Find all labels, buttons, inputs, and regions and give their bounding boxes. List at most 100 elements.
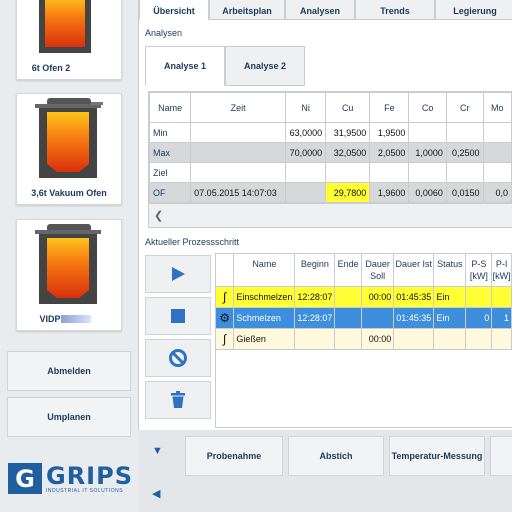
table-row-of[interactable]: OF 07.05.2015 14:07:03 29,7800 1,9600 0,… — [149, 182, 512, 203]
column-header[interactable]: Name — [149, 92, 192, 123]
column-header[interactable]: Dauer Ist — [393, 254, 435, 287]
table-cell: Max — [149, 142, 192, 163]
arrow-left-icon[interactable]: ◀ — [152, 487, 160, 500]
process-header-row: Name Beginn Ende Dauer Soll Dauer Ist St… — [216, 254, 512, 287]
tab-analysis-1[interactable]: Analyse 1 — [145, 46, 225, 86]
table-cell — [408, 122, 447, 143]
more-button[interactable] — [490, 436, 512, 476]
column-header[interactable]: Co — [408, 92, 447, 123]
tab-workplan[interactable]: Arbeitsplan — [209, 0, 285, 20]
table-cell: 1 — [491, 307, 512, 329]
table-cell: 12:28:07 — [294, 286, 336, 308]
column-header[interactable]: Beginn — [294, 254, 336, 287]
table-cell — [465, 328, 493, 350]
table-cell: 1,9600 — [369, 182, 410, 203]
table-row-min[interactable]: Min 63,0000 31,9500 1,9500 — [149, 122, 512, 143]
table-cell: 07.05.2015 14:07:03 — [190, 182, 287, 203]
analyses-section-label: Analysen — [145, 28, 183, 38]
table-cell: 0,0060 — [408, 182, 447, 203]
table-row-max[interactable]: Max 70,0000 32,0500 2,0500 1,0000 0,2500 — [149, 142, 512, 163]
integral-icon: ∫ — [216, 328, 235, 350]
table-cell — [482, 142, 512, 163]
analysis-header-row: Name Zeit Ni Cu Fe Co Cr Mo — [149, 92, 512, 123]
table-cell — [285, 182, 327, 203]
table-cell — [190, 162, 287, 183]
furnace-card-vidp[interactable]: VIDP — [16, 219, 122, 331]
table-cell — [491, 328, 512, 350]
main-panel: Übersicht Arbeitsplan Analysen Trends Le… — [138, 0, 512, 430]
table-cell: 2,0500 — [369, 142, 410, 163]
cancel-step-button[interactable] — [145, 339, 211, 377]
table-cell: 0,0 — [482, 182, 512, 203]
tab-trends[interactable]: Trends — [355, 0, 435, 20]
scroll-left-icon[interactable]: ❮ — [154, 209, 163, 222]
column-header[interactable]: Ni — [285, 92, 327, 123]
horizontal-scrollbar[interactable]: ❮ — [149, 203, 512, 227]
start-step-button[interactable] — [145, 255, 211, 293]
column-header[interactable]: Dauer Soll — [361, 254, 395, 287]
column-header[interactable]: Mo — [482, 92, 512, 123]
column-header — [216, 254, 235, 287]
table-row-einschmelzen[interactable]: ∫ Einschmelzen 12:28:07 00:00 01:45:35 E… — [216, 286, 512, 308]
table-cell: 31,9500 — [325, 122, 371, 143]
integral-icon: ∫ — [216, 286, 235, 308]
column-header[interactable]: Status — [433, 254, 467, 287]
sidebar: 6t Ofen 2 3,6t Vakuum Ofen VIDP Abmelden… — [0, 0, 138, 512]
tab-overview[interactable]: Übersicht — [139, 0, 209, 20]
column-header[interactable]: Cr — [445, 92, 484, 123]
process-table: Name Beginn Ende Dauer Soll Dauer Ist St… — [216, 254, 512, 350]
table-cell — [369, 162, 410, 183]
tapping-button[interactable]: Abstich — [288, 436, 384, 476]
sampling-button[interactable]: Probenahme — [185, 436, 283, 476]
stop-step-button[interactable] — [145, 297, 211, 335]
process-section-label: Aktueller Prozessschritt — [145, 237, 240, 247]
table-cell: Ein — [433, 307, 467, 329]
furnace-card-6t-ofen-2[interactable]: 6t Ofen 2 — [16, 0, 122, 80]
table-cell — [325, 162, 371, 183]
table-cell: Gießen — [233, 328, 296, 350]
column-header[interactable]: P-S [kW] — [465, 254, 493, 287]
table-cell — [491, 286, 512, 308]
table-cell: OF — [149, 182, 192, 203]
trash-icon — [171, 391, 185, 408]
table-cell: 0,0150 — [445, 182, 484, 203]
column-header[interactable]: Ende — [334, 254, 362, 287]
table-cell: Einschmelzen — [233, 286, 296, 308]
tab-analysis-2[interactable]: Analyse 2 — [225, 46, 305, 86]
column-header[interactable]: P-I [kW] — [491, 254, 512, 287]
table-cell — [285, 162, 327, 183]
process-table-container: Name Beginn Ende Dauer Soll Dauer Ist St… — [215, 253, 512, 428]
table-cell: 0 — [465, 307, 493, 329]
table-row-giessen[interactable]: ∫ Gießen 00:00 — [216, 328, 512, 350]
furnace-name: 6t Ofen 2 — [31, 63, 71, 73]
tab-alloy[interactable]: Legierung — [435, 0, 512, 20]
column-header[interactable]: Zeit — [190, 92, 287, 123]
table-cell — [294, 328, 336, 350]
grips-logo: G GRIPS INDUSTRIAL IT SOLUTIONS — [8, 462, 132, 495]
furnace-name: 3,6t Vakuum Ofen — [31, 188, 107, 198]
cancel-icon — [169, 349, 187, 367]
furnace-card-vakuum-ofen[interactable]: 3,6t Vakuum Ofen — [16, 93, 122, 205]
rescheduling-button[interactable]: Umplanen — [7, 397, 131, 437]
furnace-icon — [35, 224, 101, 304]
column-header[interactable]: Fe — [369, 92, 410, 123]
delete-step-button[interactable] — [145, 381, 211, 419]
table-cell — [445, 122, 484, 143]
tab-analyses[interactable]: Analysen — [285, 0, 355, 20]
column-header[interactable]: Name — [233, 254, 296, 287]
table-cell: 1,0000 — [408, 142, 447, 163]
play-icon — [172, 267, 185, 281]
temperature-measurement-button[interactable]: Temperatur-Messung — [389, 436, 485, 476]
logo-letter: G — [8, 463, 42, 494]
table-row-target[interactable]: Ziel — [149, 162, 512, 183]
table-cell — [393, 328, 435, 350]
table-cell: Schmelzen — [233, 307, 296, 329]
furnace-icon — [35, 98, 103, 178]
column-header[interactable]: Cu — [325, 92, 371, 123]
arrow-down-icon[interactable]: ▼ — [152, 445, 163, 457]
table-cell: 01:45:35 — [393, 307, 435, 329]
table-cell: Ziel — [149, 162, 192, 183]
table-row-schmelzen[interactable]: ⚙ Schmelzen 12:28:07 01:45:35 Ein 0 1 — [216, 307, 512, 329]
logout-button[interactable]: Abmelden — [7, 351, 131, 391]
table-cell: 63,0000 — [285, 122, 327, 143]
